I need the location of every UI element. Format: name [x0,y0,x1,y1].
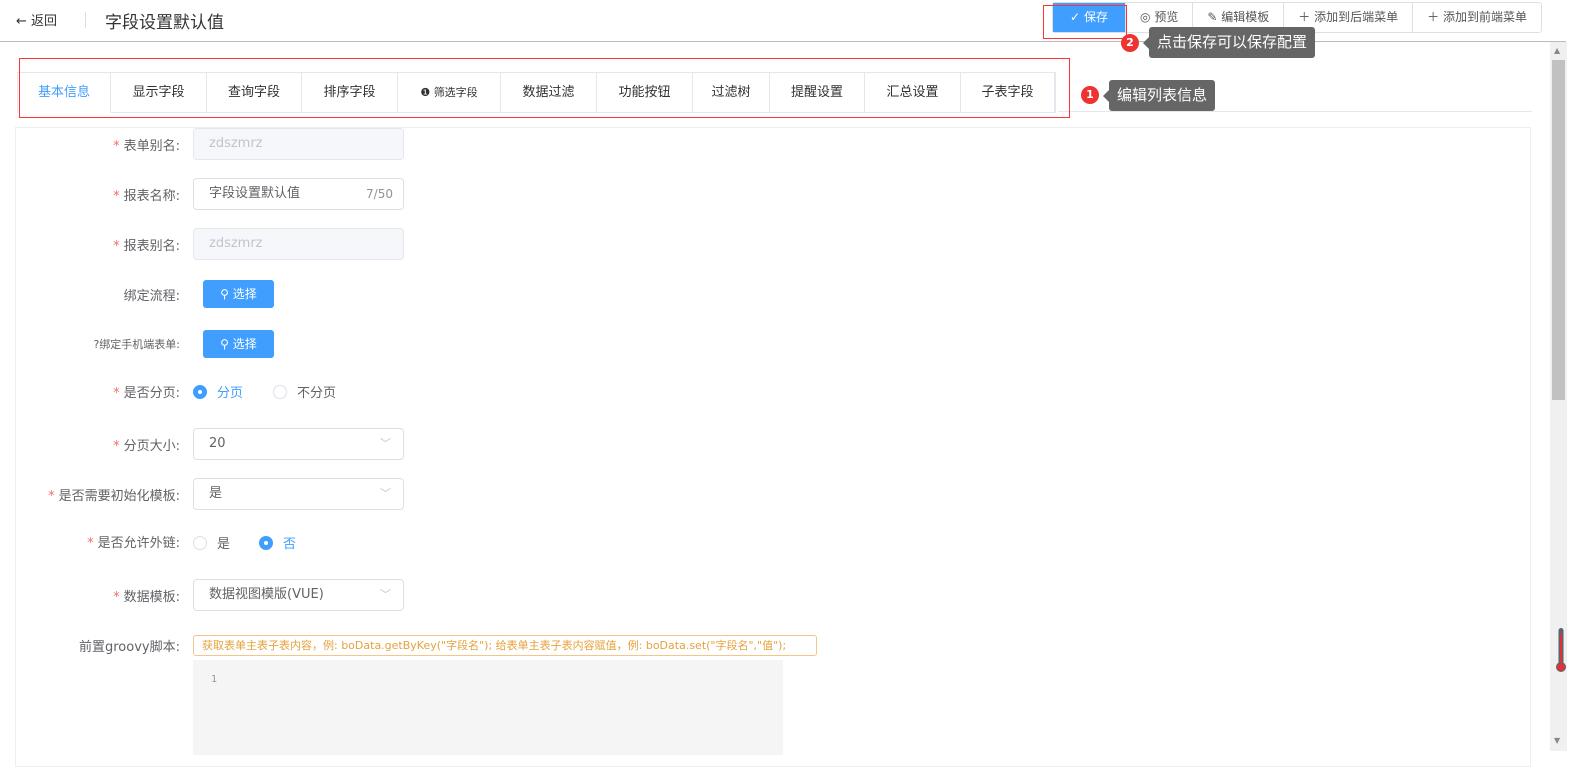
bind-mobile-label: 绑定手机端表单: [99,338,180,351]
report-name-label: 报表名称: [123,188,180,204]
annotation-badge-1: 1 [1081,86,1099,104]
report-name-input[interactable]: 字段设置默认值 7/50 [193,178,404,210]
radio-label: 是 [217,537,231,552]
bind-flow-select-button[interactable]: ⚲ 选择 [203,280,274,308]
tab-underline [1058,111,1532,112]
char-count: 7/50 [366,187,393,201]
line-number: 1 [211,674,218,685]
arrow-left-icon: ← [16,14,27,29]
scrollbar-thumb[interactable] [1552,60,1565,400]
paging-label: 是否分页: [123,385,180,401]
pencil-icon: ✎ [1207,10,1218,24]
form-alias-row: * 表单别名: [113,138,180,154]
page-size-label: 分页大小: [123,438,180,454]
annotation-tooltip-1: 编辑列表信息 [1102,80,1216,111]
annotation-badge-2: 2 [1121,34,1139,52]
scroll-down-icon[interactable]: ▼ [1554,736,1560,745]
report-name-value: 字段设置默认值 [209,186,301,201]
report-alias-label: 报表别名: [123,238,180,254]
top-bar: ← 返回 字段设置默认值 ✓ 保存 ◎ 预览 ✎ 编辑模板 ＋ 添加到后端菜单 … [0,0,1566,42]
select-label: 选择 [232,287,257,301]
bind-mobile-select-button[interactable]: ⚲ 选择 [203,330,274,358]
radio-external-yes[interactable]: 是 [193,533,230,552]
radio-label: 分页 [217,386,244,401]
page-size-value: 20 [209,436,226,451]
report-alias-input[interactable]: zdszmrz [193,228,404,260]
search-icon: ⚲ [220,337,229,351]
add-backend-label: 添加到后端菜单 [1314,10,1399,24]
init-template-label: 是否需要初始化模板: [58,488,180,504]
init-template-value: 是 [209,486,223,501]
radio-label: 不分页 [297,386,337,401]
init-template-select[interactable]: 是 ﹀ [193,478,404,510]
init-template-row: * 是否需要初始化模板: [48,488,180,504]
back-label: 返回 [31,14,58,29]
select-label: 选择 [232,337,257,351]
page-size-select[interactable]: 20 ﹀ [193,428,404,460]
bind-flow-label: 绑定流程: [123,288,180,304]
eye-icon: ◎ [1140,10,1151,24]
radio-external-no[interactable]: 否 [259,533,296,552]
thermometer-icon [1556,628,1566,672]
bind-mobile-row: ?绑定手机端表单: [0,328,182,360]
groovy-hint: 获取表单主表子表内容，例: boData.getByKey("字段名"); 给表… [193,635,817,656]
paging-row: * 是否分页: [113,385,180,401]
preview-label: 预览 [1154,10,1179,24]
report-alias-row: * 报表别名: [113,238,180,254]
allow-external-label: 是否允许外链: [97,535,180,551]
back-button[interactable]: ← 返回 [16,10,57,29]
form-alias-input[interactable]: zdszmrz [193,128,404,160]
chevron-down-icon: ﹀ [380,487,391,500]
groovy-code-editor[interactable]: 1 [193,660,783,755]
edit-template-label: 编辑模板 [1221,10,1270,24]
add-frontend-menu-button[interactable]: ＋ 添加到前端菜单 [1412,3,1541,32]
scroll-up-icon[interactable]: ▲ [1554,46,1560,55]
search-icon: ⚲ [220,287,229,301]
radio-paging-no[interactable]: 不分页 [273,382,336,401]
groovy-label: 前置groovy脚本: [79,639,180,655]
chevron-down-icon: ﹀ [380,588,391,601]
data-template-select[interactable]: 数据视图模版(VUE) ﹀ [193,579,404,611]
data-template-label: 数据模板: [123,589,180,605]
plus-icon: ＋ [1298,10,1311,24]
annotation-box-tabs [19,58,1070,118]
radio-paging-yes[interactable]: 分页 [193,382,243,401]
data-template-row: * 数据模板: [113,589,180,605]
form-alias-label: 表单别名: [123,138,180,154]
data-template-value: 数据视图模版(VUE) [209,587,324,602]
report-name-row: * 报表名称: [113,188,180,204]
add-frontend-label: 添加到前端菜单 [1442,10,1527,24]
chevron-down-icon: ﹀ [380,437,391,450]
divider [85,12,86,28]
groovy-row: 前置groovy脚本: [0,629,182,661]
radio-label: 否 [283,537,297,552]
bind-flow-row: 绑定流程: [0,278,182,310]
annotation-tooltip-2: 点击保存可以保存配置 [1142,27,1316,58]
page-title: 字段设置默认值 [105,13,224,33]
page-size-row: * 分页大小: [113,438,180,454]
allow-external-row: * 是否允许外链: [87,535,180,551]
annotation-box-save [1043,5,1127,39]
plus-icon: ＋ [1427,10,1440,24]
